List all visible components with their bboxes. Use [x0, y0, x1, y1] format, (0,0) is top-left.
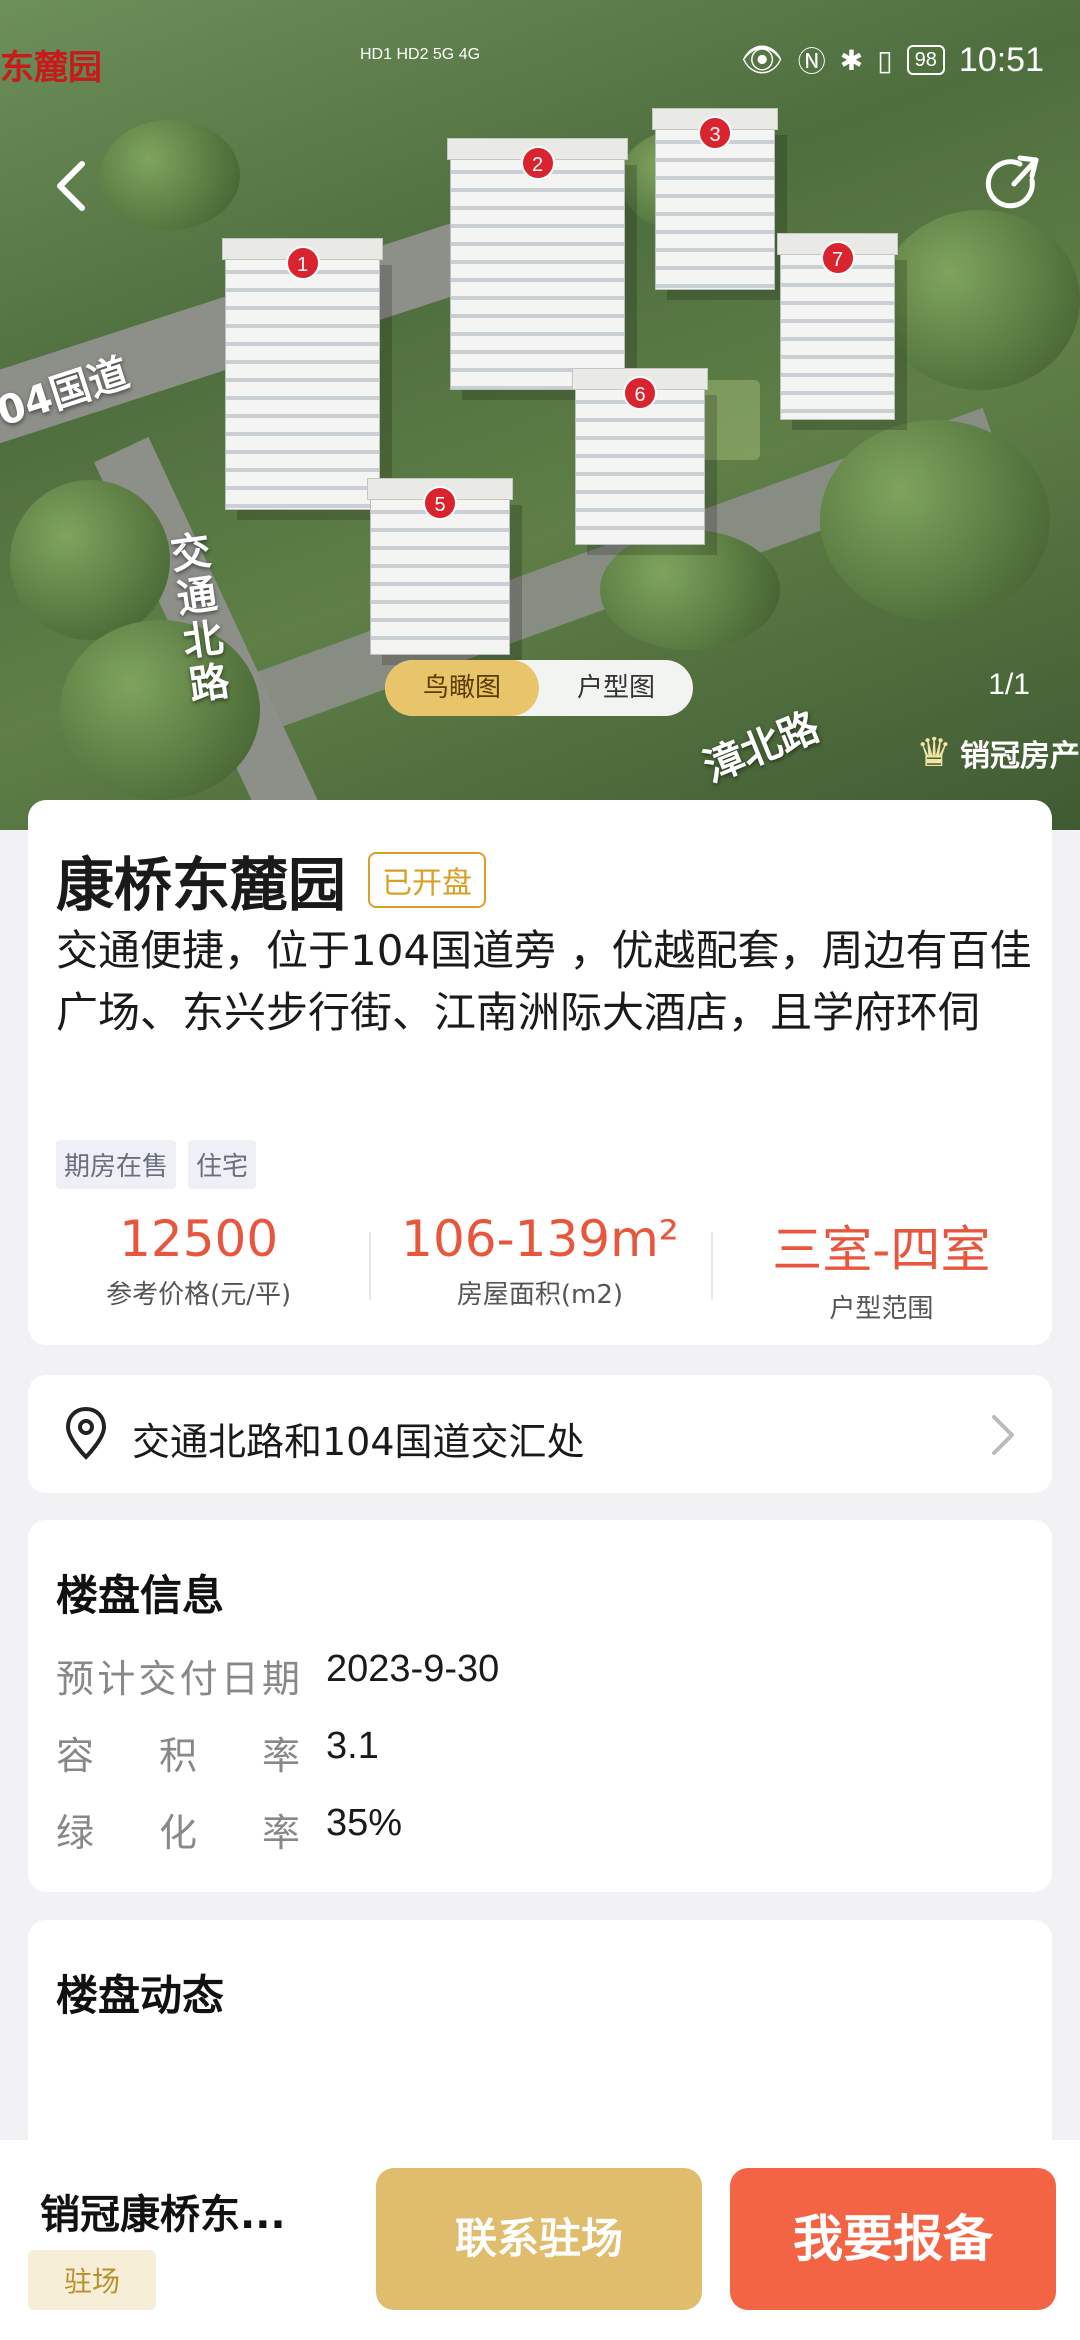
- stat-value: 106-139m²: [401, 1210, 679, 1268]
- tab-aerial[interactable]: 鸟瞰图: [385, 660, 539, 716]
- building-7: 7: [777, 233, 898, 420]
- project-title: 康桥东麓园: [56, 851, 347, 919]
- project-description: 交通便捷，位于104国道旁 ，优越配套，周边有百佳广场、东兴步行街、江南洲际大酒…: [56, 926, 1032, 1037]
- building-number-badge: 3: [698, 116, 732, 150]
- info-value: 35%: [326, 1802, 403, 1844]
- property-info-card: 楼盘信息 预计交付日期 2023-9-30 容积率 3.1 绿化率 35%: [28, 1520, 1052, 1892]
- location-pin-icon: [65, 1406, 107, 1460]
- building-5: 5: [367, 478, 513, 655]
- contact-onsite-button[interactable]: 联系驻场: [376, 2168, 702, 2310]
- address-text: 交通北路和104国道交汇处: [132, 1420, 585, 1464]
- info-row-delivery: 预计交付日期 2023-9-30: [56, 1648, 499, 1703]
- stat-value: 三室-四室: [772, 1221, 991, 1279]
- watermark-logo: ♛ 销冠房产: [916, 730, 1080, 776]
- section-title-news: 楼盘动态: [56, 1971, 225, 2020]
- building-number-badge: 5: [423, 486, 457, 520]
- stat-label: 参考价格(元/平): [106, 1280, 292, 1310]
- report-button[interactable]: 我要报备: [730, 2168, 1056, 2310]
- building-number-badge: 2: [520, 146, 555, 180]
- sports-field: [700, 380, 760, 460]
- project-tags: 期房在售 住宅: [56, 1140, 257, 1189]
- building-number-badge: 6: [623, 376, 657, 410]
- tree: [820, 420, 1050, 620]
- tag-sale-type: 期房在售: [56, 1140, 177, 1189]
- watermark-text: 销冠房产: [960, 739, 1080, 774]
- bottom-action-bar: 销冠康桥东... 驻场 联系驻场 我要报备: [0, 2140, 1080, 2340]
- stat-area: 106-139m² 房屋面积(m2): [369, 1210, 710, 1320]
- image-counter: 1/1: [988, 668, 1030, 701]
- signal-indicator: HD1 HD2 5G 4G: [360, 46, 481, 63]
- building-number-badge: 1: [285, 246, 320, 280]
- info-row-plot-ratio: 容积率 3.1: [56, 1725, 379, 1780]
- nfc-icon: Ⓝ: [797, 46, 826, 77]
- agent-name: 销冠康桥东...: [40, 2192, 286, 2238]
- project-summary-card: 康桥东麓园 已开盘 交通便捷，位于104国道旁 ，优越配套，周边有百佳广场、东兴…: [28, 800, 1052, 1345]
- info-key: 绿化率: [56, 1811, 300, 1855]
- tag-property-type: 住宅: [188, 1140, 257, 1189]
- address-row[interactable]: 交通北路和104国道交汇处: [28, 1375, 1052, 1493]
- agent-role-badge: 驻场: [28, 2250, 157, 2310]
- back-button[interactable]: [40, 150, 110, 220]
- vibrate-icon: ▯: [877, 44, 893, 76]
- chevron-right-icon: [992, 1415, 1014, 1455]
- bluetooth-icon: ✱: [839, 44, 864, 76]
- tree: [600, 530, 780, 650]
- tab-floorplan[interactable]: 户型图: [539, 660, 693, 716]
- tree: [10, 480, 170, 640]
- hero-aerial-image[interactable]: 1 2 3 5 6 7 04国道 交通北路 漳北路 东麓园 HD1 HD2 5G…: [0, 0, 1080, 830]
- share-button[interactable]: [980, 150, 1050, 220]
- section-title-info: 楼盘信息: [56, 1571, 225, 1620]
- stat-price: 12500 参考价格(元/平): [28, 1210, 369, 1320]
- info-row-green-rate: 绿化率 35%: [56, 1802, 402, 1857]
- stat-label: 户型范围: [829, 1294, 934, 1324]
- stat-value: 12500: [119, 1210, 279, 1268]
- building-6: 6: [572, 368, 708, 545]
- info-value: 3.1: [326, 1725, 379, 1767]
- stat-layout: 三室-四室 户型范围: [710, 1210, 1052, 1324]
- share-icon: [985, 155, 1039, 209]
- brand-text: 东麓园: [0, 48, 102, 88]
- image-type-toggle: 鸟瞰图 户型图: [385, 660, 693, 716]
- tree: [880, 210, 1080, 390]
- map-label-zhangbei: 漳北路: [697, 703, 826, 792]
- status-badge: 已开盘: [368, 852, 487, 908]
- building-3: 3: [652, 108, 778, 290]
- chevron-left-icon: [57, 161, 85, 211]
- tree: [100, 120, 240, 230]
- info-key: 容积率: [56, 1734, 300, 1778]
- project-stats: 12500 参考价格(元/平) 106-139m² 房屋面积(m2) 三室-四室…: [28, 1210, 1052, 1324]
- info-key: 预计交付日期: [56, 1657, 300, 1701]
- battery-indicator: 98: [906, 45, 945, 75]
- crown-icon: ♛: [916, 730, 952, 776]
- eye-icon: 👁: [740, 41, 784, 79]
- stat-label: 房屋面积(m2): [456, 1280, 624, 1310]
- status-bar: 东麓园 HD1 HD2 5G 4G 👁 Ⓝ ✱ ▯ 98 10:51: [0, 40, 1080, 90]
- building-2: 2: [447, 138, 628, 390]
- building-1: 1: [222, 238, 383, 510]
- building-number-badge: 7: [820, 241, 855, 275]
- clock: 10:51: [958, 40, 1044, 79]
- info-value: 2023-9-30: [326, 1648, 500, 1690]
